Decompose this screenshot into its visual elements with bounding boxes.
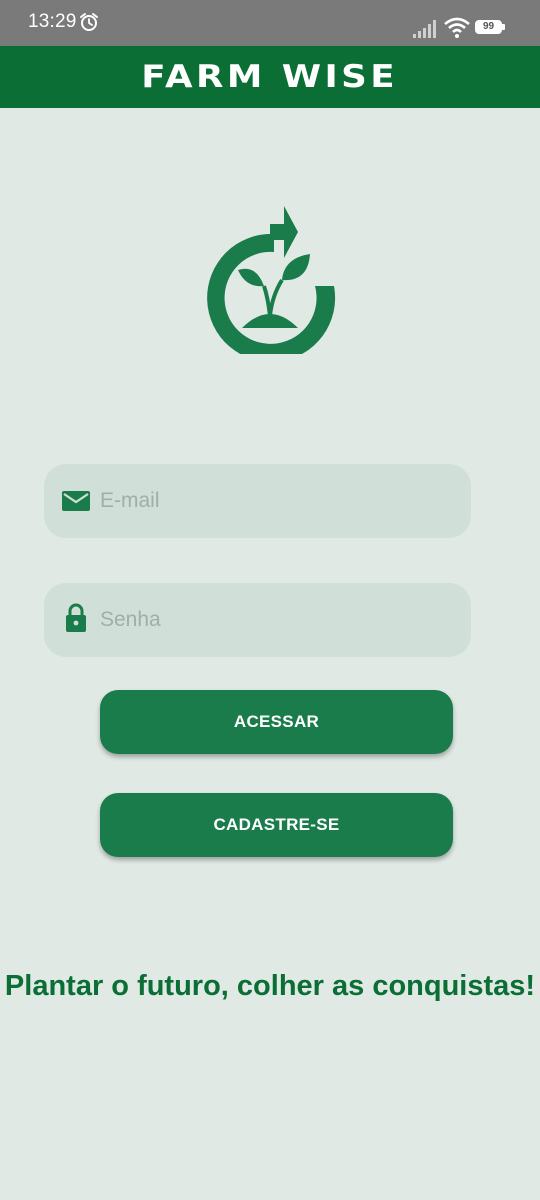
battery-level: 99: [475, 20, 502, 34]
battery-icon: 99: [475, 20, 505, 34]
lock-icon: [66, 603, 86, 632]
password-input[interactable]: [100, 583, 450, 657]
app-title: FARM WISE: [141, 59, 399, 95]
sprout-cycle-icon: [207, 206, 336, 354]
signal-icon: [413, 20, 436, 38]
slogan-text: Plantar o futuro, colher as conquistas!: [4, 970, 536, 1002]
wifi-icon: [444, 17, 470, 38]
password-field[interactable]: [44, 583, 471, 657]
email-input[interactable]: [100, 464, 450, 538]
email-field[interactable]: [44, 464, 471, 538]
app-bar: FARM WISE: [0, 46, 540, 108]
alarm-icon: [80, 13, 98, 31]
access-button[interactable]: ACESSAR: [100, 690, 453, 754]
register-button[interactable]: CADASTRE-SE: [100, 793, 453, 857]
status-time: 13:29: [28, 11, 77, 32]
status-bar: 13:29 99: [0, 0, 540, 46]
mail-icon: [62, 491, 90, 511]
